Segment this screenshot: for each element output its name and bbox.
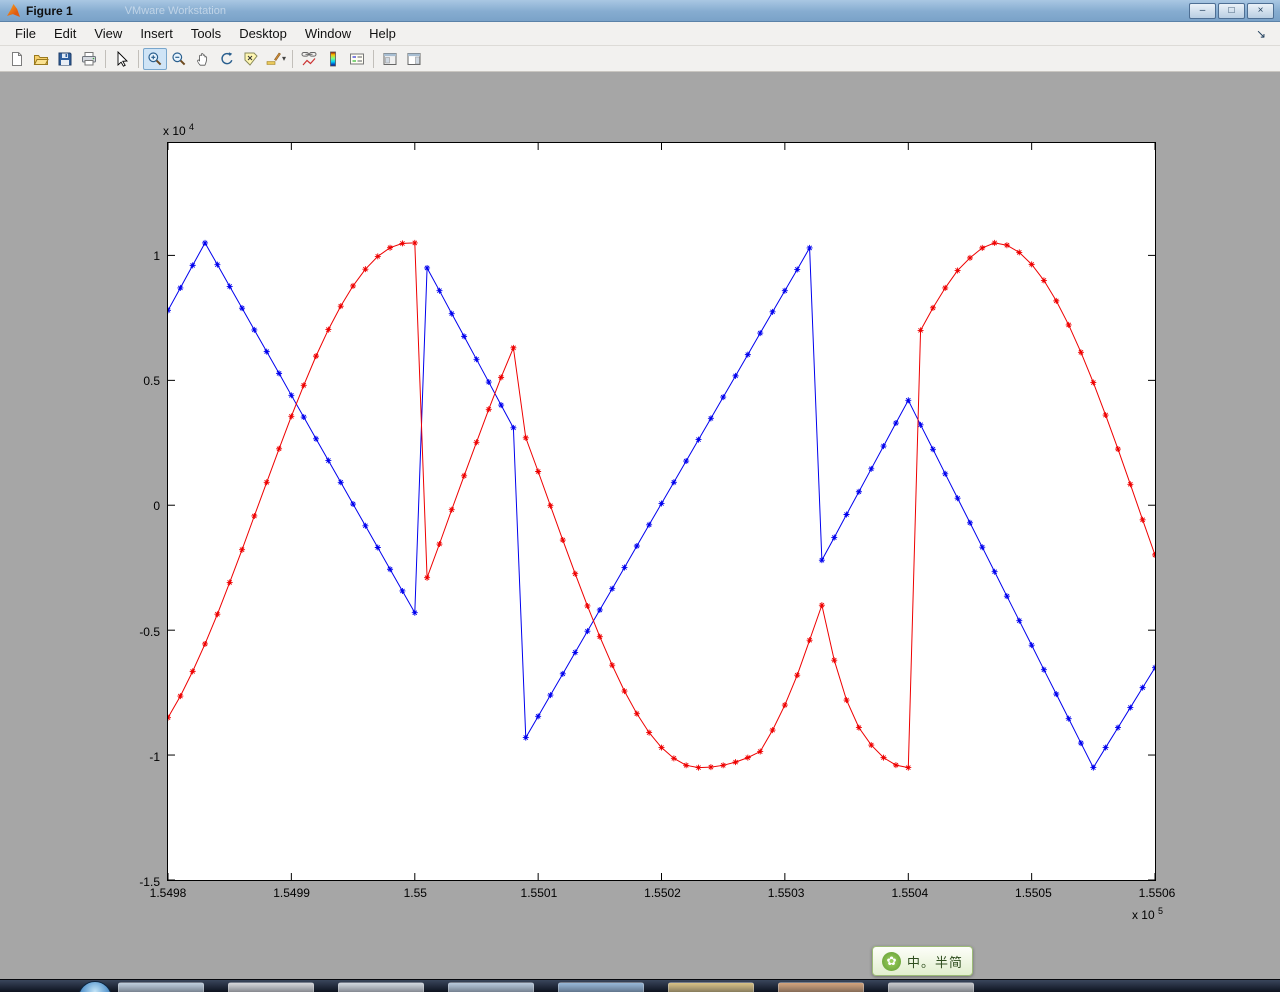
x-tick-label: 1.5501 [520, 886, 558, 900]
legend-icon [350, 53, 365, 64]
ime-flower-icon: ✿ [882, 951, 901, 971]
data-cursor-icon [244, 52, 258, 66]
x-tick-label: 1.5502 [644, 886, 681, 900]
x-tick-label: 1.5506 [1138, 886, 1176, 900]
taskbar-buttons [0, 980, 1280, 992]
dock-figure-button[interactable]: ↘ [1256, 27, 1266, 41]
pan-button[interactable] [191, 48, 215, 70]
brush-data-button[interactable]: ▾ [263, 48, 288, 70]
menu-bar: File Edit View Insert Tools Desktop Window Help… [0, 22, 1280, 46]
taskbar-app-button[interactable] [448, 982, 534, 992]
brush-icon [266, 52, 281, 65]
figure-toolbar: ▾ [0, 46, 1280, 72]
x-axis-tick-labels: 1.5498 1.5499 1.55 1.5501 1.5502 1.5503 1.5504… [150, 880, 1176, 904]
link-plot-icon [301, 51, 317, 65]
menu-item-insert[interactable]: Insert [131, 23, 182, 44]
show-plot-tools-icon [407, 52, 421, 65]
taskbar [0, 979, 1280, 992]
window-controls: – □ × [1189, 2, 1276, 19]
host-window-title: VMware Workstation [124, 4, 226, 17]
dropdown-arrow-icon[interactable]: ▾ [282, 54, 286, 63]
taskbar-app-button[interactable] [668, 982, 754, 992]
menu-item-view[interactable]: View [85, 23, 131, 44]
menu-item-help[interactable]: Help [360, 23, 405, 44]
y-axis-tick-labels: 1 0.5 0 -0.5 -1 -1.5 [98, 143, 160, 889]
zoom-out-icon [172, 51, 186, 65]
zoom-in-icon [148, 51, 162, 65]
toolbar-separator [105, 49, 106, 68]
taskbar-app-button[interactable] [558, 982, 644, 992]
toolbar-separator [292, 49, 294, 68]
hide-plot-tools-button[interactable] [378, 48, 402, 70]
save-icon [58, 52, 72, 65]
x-tick-label: 1.5504 [891, 886, 929, 900]
y-tick-label: 1 [153, 248, 160, 263]
toolbar-separator [138, 49, 139, 68]
taskbar-app-button[interactable] [118, 982, 204, 992]
taskbar-app-button[interactable] [338, 982, 424, 992]
x-tick-label: 1.5499 [273, 886, 310, 900]
title-bar[interactable]: Figure 1 VMware Workstation – □ × [0, 0, 1280, 22]
open-file-button[interactable] [29, 48, 53, 70]
y-tick-label: -1 [149, 749, 160, 764]
plot-axes[interactable]: 1 0.5 0 -0.5 -1 -1.5 1.5498 1.5499 1.55 1.5501 1.… [139, 122, 1175, 922]
x-tick-label: 1.55 [403, 886, 427, 900]
maximize-button[interactable]: □ [1218, 2, 1245, 19]
print-figure-button[interactable] [77, 48, 101, 70]
y-tick-label: 0 [153, 499, 160, 514]
matlab-icon [7, 4, 20, 17]
x-tick-label: 1.5505 [1015, 886, 1052, 900]
figure-canvas: 1 0.5 0 -0.5 -1 -1.5 1.5498 1.5499 1.55 1.5501 1.… [0, 72, 1280, 989]
ime-mode-label: 中。半简 [907, 954, 964, 970]
y-tick-label: -0.5 [139, 624, 160, 639]
x-tick-label: 1.5503 [767, 886, 805, 900]
new-figure-button[interactable] [5, 48, 29, 70]
save-figure-button[interactable] [53, 48, 77, 70]
menu-item-desktop[interactable]: Desktop [230, 23, 296, 44]
data-cursor-button[interactable] [239, 48, 263, 70]
y-axis-exponent-label: x 10 4 [163, 122, 195, 138]
y-tick-label: 0.5 [143, 374, 160, 388]
window-title: Figure 1 [26, 3, 73, 18]
edit-plot-button[interactable] [110, 48, 134, 70]
menu-item-edit[interactable]: Edit [45, 23, 85, 44]
insert-colorbar-button[interactable] [321, 48, 345, 70]
rotate-3d-icon [221, 51, 233, 64]
hide-plot-tools-icon [383, 52, 397, 65]
insert-legend-button[interactable] [345, 48, 369, 70]
pan-hand-icon [197, 52, 208, 66]
open-folder-icon [33, 54, 49, 65]
edit-pointer-icon [117, 50, 129, 67]
taskbar-app-button[interactable] [888, 982, 974, 992]
show-plot-tools-button[interactable] [402, 48, 426, 70]
menu-item-file[interactable]: File [6, 23, 45, 44]
x-tick-label: 1.5498 [149, 886, 187, 900]
ime-language-bar[interactable]: ✿ 中。半简 [872, 946, 974, 976]
close-button[interactable]: × [1247, 2, 1274, 19]
zoom-in-button[interactable] [143, 47, 167, 70]
print-icon [82, 51, 96, 65]
rotate-3d-button[interactable] [215, 48, 239, 70]
toolbar-separator [373, 49, 375, 68]
menu-item-window[interactable]: Window [296, 23, 360, 44]
minimize-button[interactable]: – [1189, 2, 1216, 19]
menu-item-tools[interactable]: Tools [182, 23, 230, 44]
plot-svg [168, 143, 1155, 880]
zoom-out-button[interactable] [167, 48, 191, 70]
x-axis-exponent-label: x 10 5 [1131, 906, 1163, 922]
link-plot-button[interactable] [297, 48, 321, 70]
new-document-icon [12, 51, 22, 66]
taskbar-app-button[interactable] [778, 982, 864, 992]
colorbar-icon [330, 51, 336, 66]
taskbar-app-button[interactable] [228, 982, 314, 992]
figure-window: Figure 1 VMware Workstation – □ × File Ed… [0, 0, 1280, 992]
